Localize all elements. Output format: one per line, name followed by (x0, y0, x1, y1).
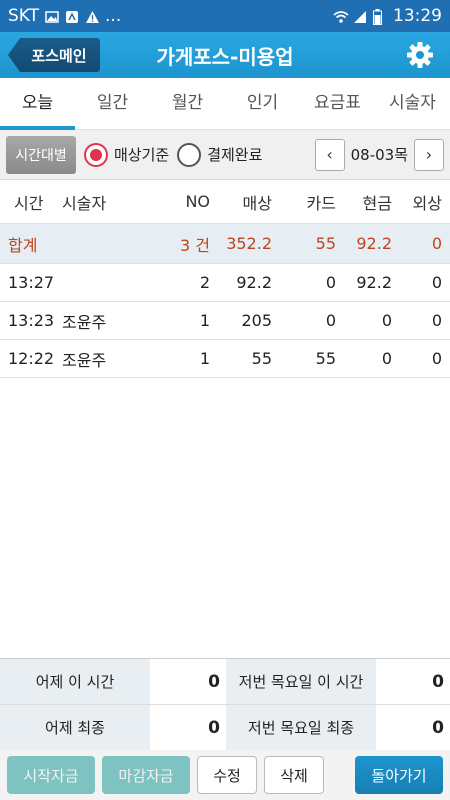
current-date: 08-03목 (350, 146, 408, 164)
yesterday-final-value: 0 (150, 705, 226, 750)
radio-paid-label: 결제완료 (207, 146, 263, 164)
clock: 13:29 (393, 6, 442, 26)
cell-card: 0 (325, 311, 336, 330)
carrier-label: SKT (8, 6, 40, 26)
cell-sales: 205 (241, 311, 272, 330)
col-time: 시간 (14, 193, 44, 213)
date-navigator: ‹ 08-03목 › (314, 138, 444, 171)
tab-price-list[interactable]: 요금표 (300, 78, 375, 129)
last-thursday-final-value: 0 (376, 705, 450, 750)
col-sales: 매상 (242, 193, 272, 213)
cell-no: 2 (199, 273, 210, 292)
close-funds-button[interactable]: 마감자금 (102, 756, 190, 794)
cell-time: 12:22 (8, 349, 55, 368)
cell-credit: 0 (431, 311, 442, 330)
col-no: NO (185, 192, 210, 211)
total-sales: 352.2 (226, 234, 272, 253)
col-card: 카드 (306, 193, 336, 213)
start-funds-button[interactable]: 시작자금 (7, 756, 95, 794)
chevron-left-icon: ‹ (326, 145, 333, 164)
cell-card: 55 (315, 349, 336, 368)
cell-cash: 92.2 (356, 273, 392, 292)
cell-staff: 조윤주 (62, 312, 107, 332)
signal-icon (353, 9, 367, 23)
table-row[interactable]: 12:22 조윤주 1 55 55 0 0 (0, 340, 450, 378)
table-header: 시간 시술자 NO 매상 카드 현금 외상 (0, 180, 450, 224)
cell-time: 13:23 (8, 311, 55, 330)
radio-sales-label: 매상기준 (114, 146, 170, 164)
image-icon (45, 9, 59, 23)
table-row[interactable]: 13:23 조윤주 1 205 0 0 0 (0, 302, 450, 340)
sales-table: 시간 시술자 NO 매상 카드 현금 외상 합계 3 건 352.2 55 92… (0, 180, 450, 378)
tab-staff[interactable]: 시술자 (375, 78, 450, 129)
radio-unchecked-icon (177, 142, 202, 167)
total-cash: 92.2 (356, 234, 392, 253)
back-button[interactable]: 돌아가기 (355, 756, 443, 794)
battery-icon (373, 9, 387, 25)
cell-sales: 92.2 (236, 273, 272, 292)
table-row[interactable]: 13:27 2 92.2 0 92.2 0 (0, 264, 450, 302)
cell-cash: 0 (381, 349, 392, 368)
last-thursday-final-label: 저번 목요일 최종 (226, 705, 376, 750)
period-tabs: 오늘 일간 월간 인기 요금표 시술자 (0, 78, 450, 130)
cell-staff: 조윤주 (62, 350, 107, 370)
status-bar: SKT ... 13:29 (0, 0, 450, 32)
col-credit: 외상 (412, 193, 442, 213)
cell-card: 0 (325, 273, 336, 292)
col-staff: 시술자 (62, 193, 107, 213)
cell-cash: 0 (381, 311, 392, 330)
radio-sales-basis[interactable]: 매상기준 (84, 142, 170, 167)
pos-main-button[interactable]: 포스메인 (8, 38, 100, 72)
total-label: 합계 (8, 235, 38, 255)
app-header: 포스메인 가게포스-미용업 (0, 32, 450, 78)
total-card: 55 (315, 234, 336, 253)
cell-time: 13:27 (8, 273, 55, 292)
filter-bar: 시간대별 매상기준 결제완료 ‹ 08-03목 › (0, 130, 450, 180)
tab-popular[interactable]: 인기 (225, 78, 300, 129)
radio-checked-icon (84, 142, 108, 167)
tab-daily[interactable]: 일간 (75, 78, 150, 129)
by-time-button[interactable]: 시간대별 (6, 135, 76, 174)
cell-credit: 0 (431, 273, 442, 292)
last-thursday-now-value: 0 (376, 659, 450, 704)
app-notification-icon (65, 9, 79, 23)
tab-today[interactable]: 오늘 (0, 78, 75, 130)
comparison-summary: 어제 이 시간 0 저번 목요일 이 시간 0 어제 최종 0 저번 목요일 최… (0, 658, 450, 751)
yesterday-now-label: 어제 이 시간 (0, 659, 150, 704)
warning-icon (85, 9, 100, 23)
cell-no: 1 (199, 311, 210, 330)
cell-sales: 55 (251, 349, 272, 368)
action-bar: 시작자금 마감자금 수정 삭제 돌아가기 (0, 750, 450, 800)
edit-button[interactable]: 수정 (197, 756, 257, 794)
wifi-icon (333, 9, 349, 23)
total-count: 3 건 (180, 235, 210, 255)
radio-payment-complete[interactable]: 결제완료 (177, 142, 263, 167)
last-thursday-now-label: 저번 목요일 이 시간 (226, 659, 376, 704)
yesterday-now-value: 0 (150, 659, 226, 704)
cell-no: 1 (199, 349, 210, 368)
total-row: 합계 3 건 352.2 55 92.2 0 (0, 224, 450, 264)
prev-date-button[interactable]: ‹ (314, 138, 345, 171)
delete-button[interactable]: 삭제 (264, 756, 324, 794)
total-credit: 0 (431, 234, 442, 253)
cell-credit: 0 (431, 349, 442, 368)
col-cash: 현금 (362, 193, 392, 213)
more-notifications: ... (105, 6, 122, 26)
summary-row-final: 어제 최종 0 저번 목요일 최종 0 (0, 705, 450, 751)
tab-monthly[interactable]: 월간 (150, 78, 225, 129)
yesterday-final-label: 어제 최종 (0, 705, 150, 750)
gear-icon[interactable] (406, 41, 434, 69)
next-date-button[interactable]: › (414, 138, 444, 171)
chevron-right-icon: › (425, 145, 433, 164)
summary-row-now: 어제 이 시간 0 저번 목요일 이 시간 0 (0, 659, 450, 705)
